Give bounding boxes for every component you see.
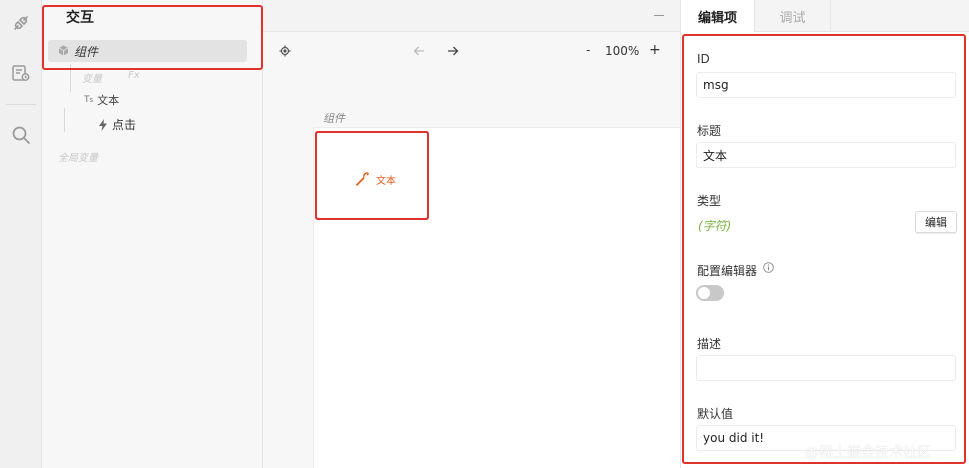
canvas-section-label: 组件 xyxy=(323,112,345,125)
cube-icon xyxy=(58,45,69,56)
default-value-label: 默认值 xyxy=(697,407,734,421)
zoom-in-button[interactable]: + xyxy=(649,42,661,58)
title-field[interactable] xyxy=(696,142,956,168)
tree-global-variables-label: 全局变量 xyxy=(58,153,98,164)
tree-item-component[interactable]: 组件 xyxy=(48,40,247,62)
type-value: (字符) xyxy=(698,219,732,233)
inspector-tabs: 编辑项 调试 xyxy=(681,0,969,32)
toggle-knob xyxy=(698,287,710,299)
config-editor-toggle[interactable] xyxy=(696,285,724,301)
rail-divider xyxy=(6,104,36,105)
wrench-icon xyxy=(355,172,370,186)
watermark: @稀土掘金技术社区 xyxy=(805,445,931,461)
id-label: ID xyxy=(697,52,710,66)
canvas-area: - 100% + 组件 文本 xyxy=(263,0,680,468)
tree-item-text[interactable]: Ts 文本 xyxy=(84,92,119,108)
edit-type-button[interactable]: 编辑 xyxy=(915,211,957,233)
flow-settings-icon[interactable] xyxy=(10,62,32,84)
tree-item-text-label: 文本 xyxy=(97,94,120,107)
tree-item-label: 组件 xyxy=(74,45,99,59)
tree-item-click-event[interactable]: 点击 xyxy=(98,116,136,133)
tree-item-click-label: 点击 xyxy=(112,118,137,132)
search-icon[interactable] xyxy=(10,124,32,146)
component-card-label: 文本 xyxy=(376,176,396,187)
text-type-icon: Ts xyxy=(84,95,94,105)
locate-icon[interactable] xyxy=(279,45,291,57)
inspector-panel: 编辑项 调试 ID 标题 类型 (字符) 编辑 配置编辑器 描述 默认值 xyxy=(680,0,969,468)
tab-debug[interactable]: 调试 xyxy=(755,0,831,32)
redo-arrow-icon[interactable] xyxy=(447,45,459,57)
tree-guide-line-2 xyxy=(64,108,65,132)
type-label: 类型 xyxy=(697,194,722,208)
tree-variables-label: 变量 xyxy=(82,74,102,85)
tree-fx-label: Fx xyxy=(128,70,140,81)
config-editor-label: 配置编辑器 xyxy=(697,264,758,278)
canvas-header xyxy=(263,0,680,32)
title-label: 标题 xyxy=(697,124,722,138)
description-label: 描述 xyxy=(697,337,722,351)
component-card-text[interactable]: 文本 xyxy=(315,131,429,220)
tab-edit-items[interactable]: 编辑项 xyxy=(681,0,755,32)
app-window: 交互 组件 变量 Fx Ts 文本 点击 全局变量 - 100% + 组件 文本… xyxy=(0,0,969,468)
panel-title: 交互 xyxy=(66,10,94,26)
description-field[interactable] xyxy=(696,355,956,381)
interaction-tree-panel: 交互 组件 变量 Fx Ts 文本 点击 全局变量 xyxy=(42,0,263,468)
lightning-icon xyxy=(99,118,107,131)
zoom-level: 100% xyxy=(605,44,640,58)
icon-rail xyxy=(0,0,42,468)
id-field[interactable] xyxy=(696,72,956,98)
info-icon[interactable] xyxy=(763,262,774,273)
undo-arrow-icon[interactable] xyxy=(413,45,425,57)
zoom-out-button[interactable]: - xyxy=(586,43,590,57)
minimize-icon[interactable] xyxy=(654,15,664,16)
plugin-icon[interactable] xyxy=(10,12,32,34)
tree-guide-line xyxy=(70,64,71,92)
